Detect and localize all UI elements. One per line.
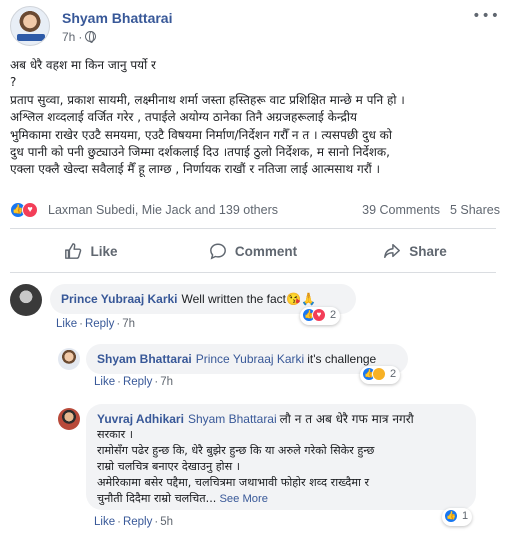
comment-footer: Like · Reply · 5h [94, 516, 173, 528]
post-text: अब धेरै वहश मा किन जानु पर्यो र ? प्रताप… [10, 57, 502, 179]
post-time[interactable]: 7h [62, 30, 75, 44]
comment: Prince Yubraaj Karki Well written the fac… [10, 284, 500, 334]
love-reaction-icon: ♥ [22, 202, 38, 218]
comment-mention[interactable]: Shyam Bhattarai [188, 412, 277, 426]
author-avatar[interactable] [10, 6, 50, 46]
comment-reactions[interactable]: 👍 ♥ 2 [300, 307, 341, 325]
commenter-avatar[interactable] [10, 284, 42, 316]
reply-comment: Shyam Bhattarai Prince Yubraaj Karki it's … [58, 344, 498, 394]
comment-text: Well written the fact [181, 292, 286, 306]
engagement-counts: 39 Comments 5 Shares [352, 203, 500, 217]
comment-reaction-count: 2 [330, 309, 337, 321]
divider [10, 228, 496, 229]
comment-mention[interactable]: Prince Yubraaj Karki [196, 352, 305, 366]
shares-count[interactable]: 5 Shares [450, 203, 500, 217]
comment-text-line: रामोसँग पढेर हुन्छ कि, धेरै बुझेर हुन्छ … [97, 444, 375, 457]
comment-reply-link[interactable]: Reply [85, 318, 114, 330]
comment-footer: Like · Reply · 7h [94, 376, 173, 388]
post-text-line: अब धेरै वहश मा किन जानु पर्यो र [10, 58, 156, 72]
post-text-line: प्रताप सुव्वा, प्रकाश सायमी, लक्ष्मीनाथ … [10, 92, 405, 107]
comment-author[interactable]: Prince Yubraaj Karki [61, 292, 178, 306]
post-text-line: एक्ला एक्लै खेल्दा सवैलाई मैँ हू लाग्छ ,… [10, 162, 381, 177]
reaction-names[interactable]: Laxman Subedi, Mie Jack and 139 others [48, 203, 278, 217]
comment-bubble: Yuvraj Adhikari Shyam Bhattarai लौ न त अब … [86, 404, 476, 510]
share-icon [384, 243, 401, 259]
comment-reaction-count: 1 [462, 510, 469, 522]
globe-icon [85, 31, 97, 43]
post-meta: 7h · [62, 30, 97, 44]
comment-reactions[interactable]: 👍 2 [360, 366, 401, 384]
see-more-link[interactable]: See More [219, 493, 268, 505]
comment-text: it's challenge [307, 352, 377, 366]
comments-count[interactable]: 39 Comments [362, 203, 440, 217]
share-button[interactable]: Share [334, 232, 496, 270]
comment-reply-link[interactable]: Reply [123, 376, 152, 388]
commenter-avatar[interactable] [58, 408, 80, 430]
commenter-avatar[interactable] [58, 348, 80, 370]
like-button-label: Like [90, 243, 118, 259]
post-text-line: दुध पानी को पनी छुट्याउने जिम्मा दर्शकला… [10, 145, 390, 160]
facebook-post: Shyam Bhattarai 7h · ••• अब धेरै वहश मा क… [0, 0, 506, 539]
post-header: Shyam Bhattarai 7h · ••• [10, 6, 500, 50]
reply-comment: Yuvraj Adhikari Shyam Bhattarai लौ न त अब … [58, 404, 498, 536]
comment-text-line: अमेरिकामा बसेर पद्दैमा, चलचित्रमा जथाभाव… [97, 476, 370, 489]
comment-reaction-count: 2 [390, 368, 397, 380]
comment-time[interactable]: 7h [160, 376, 173, 388]
post-actions: Like Comment Share [10, 232, 496, 270]
post-text-line: ? [10, 75, 17, 90]
comment-text-line: सरकार । [97, 428, 134, 441]
haha-reaction-icon [372, 367, 386, 381]
comment-like-link[interactable]: Like [94, 516, 115, 528]
comment-emoji: 😘🙏 [286, 292, 316, 306]
comment-reactions[interactable]: 👍 1 [442, 508, 473, 526]
thumbs-up-icon [65, 243, 82, 259]
comment-time[interactable]: 7h [122, 318, 135, 330]
comment-button-label: Comment [234, 243, 298, 259]
comment-footer: Like · Reply · 7h [56, 318, 135, 330]
comment-like-link[interactable]: Like [56, 318, 77, 330]
comment-text-line: चुनौती दिदैमा राम्रो चलचित... [97, 492, 217, 505]
share-button-label: Share [409, 243, 447, 259]
divider [10, 272, 496, 273]
comment-like-link[interactable]: Like [94, 376, 115, 388]
post-text-line: भुमिकामा राखेर एउटै समयमा, एउटै विषयमा न… [10, 127, 392, 142]
comment-icon [209, 243, 226, 260]
comment-author[interactable]: Shyam Bhattarai [97, 352, 192, 366]
comment-bubble: Shyam Bhattarai Prince Yubraaj Karki it's … [86, 344, 408, 374]
reaction-summary: 👍 ♥ Laxman Subedi, Mie Jack and 139 other… [10, 200, 500, 220]
reaction-icons[interactable]: 👍 ♥ [10, 202, 38, 218]
love-reaction-icon: ♥ [312, 308, 326, 322]
post-text-line: अश्लिल शव्दलाई वर्जित गरेर , तपाईले अयोग… [10, 110, 357, 125]
comment-reply-link[interactable]: Reply [123, 516, 152, 528]
comment-button[interactable]: Comment [172, 232, 334, 270]
comment-text-line: राम्रो चलचित्र बनाएर देखाउनु होस । [97, 460, 240, 473]
comment-time[interactable]: 5h [160, 516, 173, 528]
like-reaction-icon: 👍 [444, 509, 458, 523]
like-button[interactable]: Like [10, 232, 172, 270]
comment-author[interactable]: Yuvraj Adhikari [97, 412, 184, 426]
post-author-name[interactable]: Shyam Bhattarai [62, 10, 172, 26]
comment-text: लौ न त अब धेरै गफ मात्र नगरौ [279, 412, 414, 426]
more-options-icon[interactable]: ••• [472, 8, 500, 24]
